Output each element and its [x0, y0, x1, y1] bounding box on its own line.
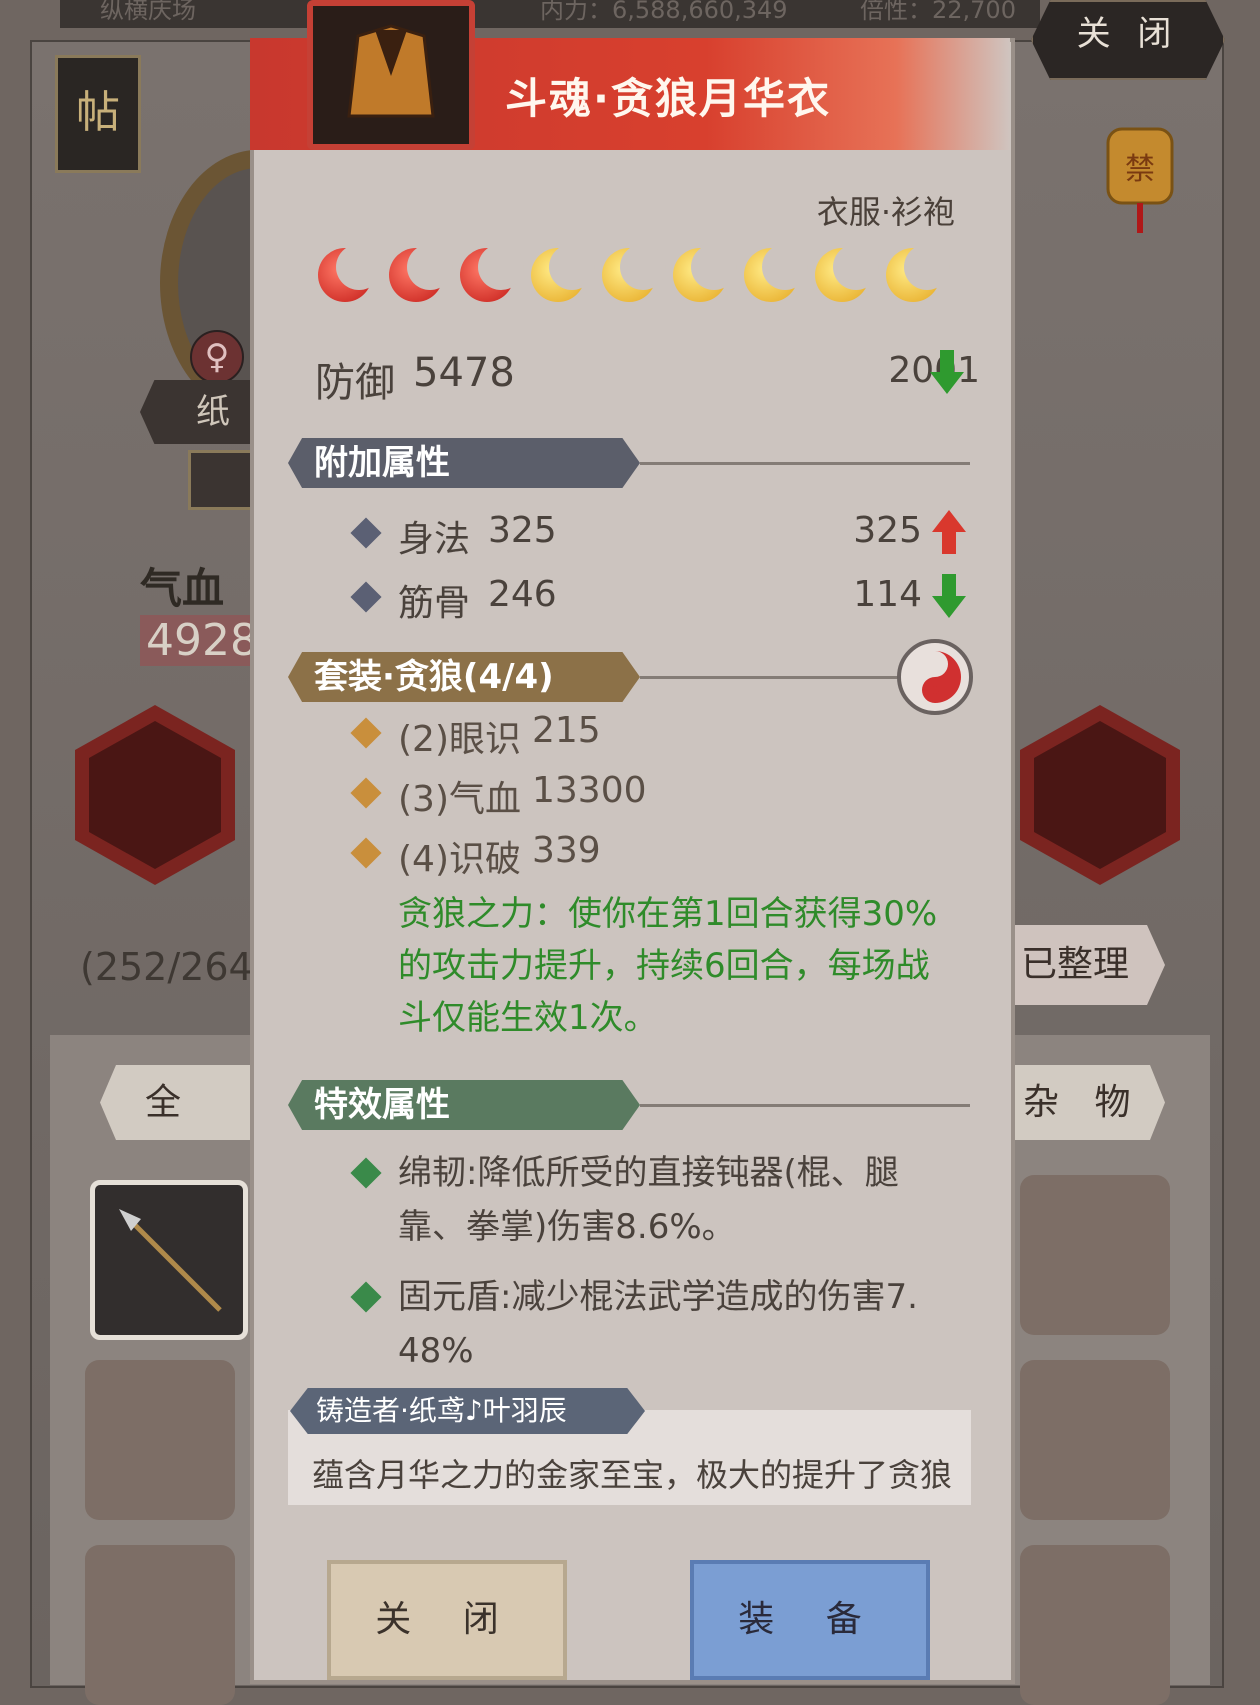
qixue-value: 4928: [140, 615, 264, 666]
special-item: 绵韧:降低所受的直接钝器(棍、腿 靠、拳掌)伤害8.6%。: [398, 1153, 899, 1247]
red-moon-icon: [460, 244, 524, 302]
attr-label: 筋骨: [398, 583, 471, 624]
set-bonus-value: 215: [532, 710, 601, 751]
tab-misc[interactable]: 杂 物: [1015, 1065, 1165, 1140]
sub-tag: [188, 450, 254, 510]
red-moon-icon: [389, 244, 453, 302]
maker-description: 蕴含月华之力的金家至宝，极大的提升了贪狼: [312, 1456, 953, 1494]
robe-item-icon: [307, 0, 475, 150]
item-category: 衣服·衫袍: [816, 193, 955, 231]
arrow-up-icon: [932, 510, 966, 554]
top-status-strip: 纵横庆场 内力：6,588,660,349 倍性：22,700: [60, 0, 1040, 28]
divider: [640, 462, 970, 465]
maker-header: 铸造者·纸鸢♪叶羽辰: [290, 1388, 645, 1434]
player-name-tag: 纸鸢: [140, 380, 260, 444]
divider: [640, 1104, 970, 1107]
attr-compare: 114: [853, 574, 922, 615]
inventory-slot[interactable]: [1020, 1360, 1170, 1520]
forbidden-badge-text: 禁: [1125, 152, 1155, 187]
special-header: 特效属性: [288, 1080, 640, 1130]
forbidden-badge-icon[interactable]: 禁: [1100, 115, 1180, 235]
gold-moon-icon: [744, 244, 808, 302]
beixing-text: 倍性：22,700: [860, 0, 1016, 24]
set-bonus-label: (2)眼识: [398, 719, 521, 760]
qixue-label: 气血: [140, 564, 225, 613]
inventory-slot[interactable]: [1020, 1545, 1170, 1705]
attr-label: 身法: [398, 519, 471, 560]
arrow-down-icon: [932, 574, 966, 618]
set-bonus-label: (4)识破: [398, 839, 521, 880]
gender-icon: ♀: [190, 330, 244, 384]
special-item: 固元盾:减少棍法武学造成的伤害7. 48%: [398, 1277, 918, 1371]
spear-icon: [119, 1209, 222, 1312]
attr-value: 246: [488, 574, 557, 615]
extra-attrs-header: 附加属性: [288, 438, 640, 488]
tie-icon[interactable]: 帖: [55, 55, 141, 173]
inventory-slot[interactable]: [1020, 1175, 1170, 1335]
attr-value: 325: [488, 510, 557, 551]
inventory-slot[interactable]: [85, 1545, 235, 1705]
yin-yang-icon[interactable]: [895, 637, 975, 717]
tab-all[interactable]: 全 部: [100, 1065, 260, 1140]
defense-label: 防御: [315, 360, 395, 406]
attr-compare: 325: [853, 510, 922, 551]
tidy-button[interactable]: 已整理: [1015, 925, 1165, 1005]
gold-moon-icon: [886, 244, 950, 302]
set-effect-text: 贪狼之力：使你在第1回合获得30% 的攻击力提升，持续6回合，每场战 斗仅能生效…: [398, 894, 938, 1038]
gold-moon-icon: [602, 244, 666, 302]
gold-moon-icon: [673, 244, 737, 302]
set-bonus-value: 13300: [532, 770, 647, 811]
top-left-text: 纵横庆场: [100, 0, 196, 24]
inventory-slot[interactable]: [85, 1360, 235, 1520]
defense-value: 5478: [413, 350, 515, 396]
set-header: 套装·贪狼(4/4): [288, 652, 640, 702]
arrow-down-icon: [930, 350, 964, 394]
equip-button[interactable]: 装 备: [690, 1560, 930, 1680]
close-top-button[interactable]: 关 闭: [1031, 0, 1225, 80]
set-bonus-value: 339: [532, 830, 601, 871]
red-moon-icon: [318, 244, 382, 302]
set-bonus-label: (3)气血: [398, 779, 521, 820]
gold-moon-icon: [815, 244, 879, 302]
close-button[interactable]: 关 闭: [327, 1560, 567, 1680]
item-title: 斗魂·贪狼月华衣: [505, 74, 831, 123]
neili-text: 内力：6,588,660,349: [540, 0, 788, 24]
divider: [640, 676, 900, 679]
inventory-count: (252/264): [80, 945, 268, 989]
gold-moon-icon: [531, 244, 595, 302]
inventory-slot-selected[interactable]: [90, 1180, 248, 1340]
